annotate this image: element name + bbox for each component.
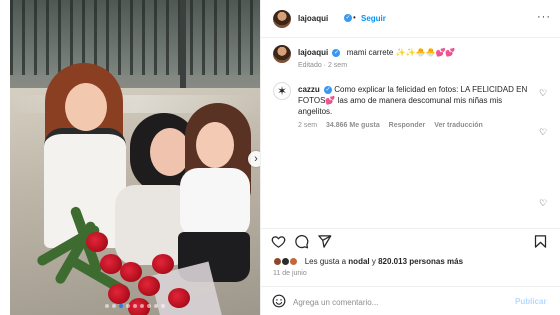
carousel-dot [154, 304, 158, 308]
carousel-dot [140, 304, 144, 308]
caption-edited-label: Editado · 2 sem [298, 62, 348, 69]
carousel-dots [10, 304, 260, 308]
carousel-dot [126, 304, 130, 308]
comment-avatar[interactable]: ✶ [273, 82, 291, 100]
reply-button[interactable]: Responder [389, 122, 426, 129]
likes-summary: Les gusta a nodal y 820.013 personas más [273, 257, 463, 267]
carousel-dot [161, 304, 165, 308]
comment-username[interactable]: cazzu [298, 85, 320, 94]
photo-background-pole [180, 0, 186, 92]
bookmark-icon[interactable] [533, 234, 548, 249]
comment-composer: Publicar [261, 286, 560, 315]
heart-icon[interactable]: ♡ [539, 198, 547, 209]
translate-button[interactable]: Ver traducción [434, 122, 483, 129]
avatar [289, 257, 299, 267]
separator-dot: • [353, 13, 356, 22]
caption-text: mami carrete ✨✨🐣🐣💕💕 [346, 48, 456, 57]
post-author-username[interactable]: lajoaqui [298, 14, 328, 23]
likes-count[interactable]: 820.013 personas más [378, 257, 463, 266]
photo-bouquet [28, 205, 222, 315]
likes-user[interactable]: nodal [348, 257, 369, 266]
post-header: lajoaqui ✓ • Seguir ··· [261, 0, 560, 38]
verified-icon: ✓ [332, 48, 341, 57]
more-icon[interactable]: ··· [537, 11, 551, 23]
carousel-dot [119, 304, 123, 308]
post-date: 11 de junio [273, 270, 307, 277]
carousel-dot [105, 304, 109, 308]
carousel-dot [133, 304, 137, 308]
heart-icon[interactable] [271, 234, 286, 249]
emoji-icon[interactable] [272, 294, 286, 308]
carousel-dot [112, 304, 116, 308]
heart-icon[interactable]: ♡ [539, 88, 547, 99]
photo-background-fence [10, 0, 260, 75]
avatar[interactable] [273, 10, 291, 28]
carousel-dot [147, 304, 151, 308]
post-actions-bar [261, 228, 560, 252]
share-icon[interactable] [317, 234, 332, 249]
publish-button[interactable]: Publicar [515, 297, 547, 306]
comment-icon[interactable] [294, 234, 309, 249]
comment-stats: 2 sem 34.866 Me gusta Responder Ver trad… [298, 122, 490, 129]
post-details-panel: lajoaqui ✓ • Seguir ··· lajoaqui ✓ mami … [260, 0, 560, 315]
comment-likes[interactable]: 34.866 Me gusta [326, 122, 380, 129]
likes-connector: y [369, 257, 379, 266]
photo-girl-right-face [196, 122, 234, 168]
star-icon: ✶ [277, 84, 288, 98]
verified-icon: ✓ [324, 85, 333, 94]
comment-time: 2 sem [298, 122, 318, 129]
caption-avatar[interactable] [273, 45, 291, 63]
caption-username[interactable]: lajoaqui [298, 48, 328, 57]
verified-icon: ✓ [344, 14, 352, 22]
likes-prefix: Les gusta a [304, 257, 349, 266]
photo-woman-face [150, 128, 190, 176]
photo-girl-left-face [65, 83, 107, 131]
post-photo[interactable]: › [10, 0, 260, 315]
comment-input[interactable] [293, 295, 493, 309]
follow-button[interactable]: Seguir [361, 14, 386, 23]
next-arrow-icon[interactable]: › [248, 151, 260, 167]
heart-icon[interactable]: ♡ [539, 127, 547, 138]
comment-heart-emoji: 💕 [325, 96, 336, 105]
comment-body: cazzu ✓ Como explicar la felicidad en fo… [298, 84, 533, 117]
